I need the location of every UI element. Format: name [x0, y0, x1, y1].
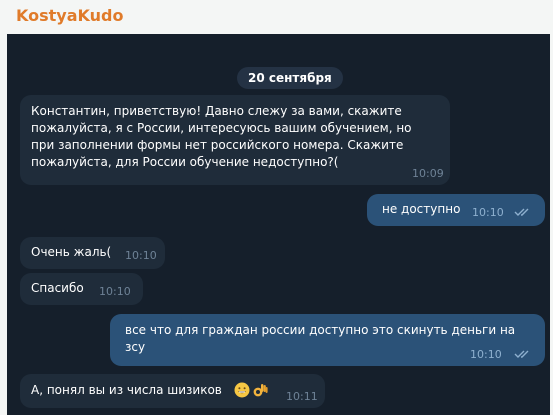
- ok-hand-icon: [253, 384, 268, 397]
- message-text: не доступно: [382, 202, 461, 216]
- chat-header: KostyaKudo: [0, 0, 553, 34]
- incoming-message[interactable]: Константин, приветствую! Давно слежу за …: [20, 95, 450, 185]
- message-time: 10:10: [472, 206, 504, 219]
- grinning-face-icon: [234, 382, 250, 398]
- incoming-message[interactable]: Спасибо 10:10: [20, 273, 143, 305]
- message-text: А, понял вы из числа шизиков: [31, 383, 222, 397]
- telegram-window: KostyaKudo 20 сентября Константин, приве…: [0, 0, 553, 415]
- double-check-icon: [514, 208, 529, 216]
- message-time: 10:11: [286, 390, 318, 403]
- message-time: 10:10: [125, 249, 157, 262]
- date-separator: 20 сентября: [237, 67, 343, 89]
- message-area[interactable]: 20 сентября Константин, приветствую! Дав…: [7, 34, 550, 415]
- message-text: Константин, приветствую! Давно слежу за …: [31, 104, 412, 169]
- message-time: 10:10: [99, 285, 131, 298]
- message-time: 10:09: [412, 167, 444, 180]
- chat-title[interactable]: KostyaKudo: [16, 6, 123, 25]
- message-text: Очень жаль(: [31, 245, 112, 259]
- outgoing-message[interactable]: все что для граждан россии доступно это …: [110, 314, 545, 366]
- message-time: 10:10: [470, 348, 502, 361]
- message-text: Спасибо: [31, 281, 84, 295]
- double-check-icon: [514, 350, 529, 358]
- incoming-message[interactable]: А, понял вы из числа шизиков 10:11: [20, 374, 325, 408]
- incoming-message[interactable]: Очень жаль( 10:10: [20, 237, 165, 269]
- outgoing-message[interactable]: не доступно 10:10: [367, 194, 545, 226]
- message-text: все что для граждан россии доступно это …: [125, 323, 516, 354]
